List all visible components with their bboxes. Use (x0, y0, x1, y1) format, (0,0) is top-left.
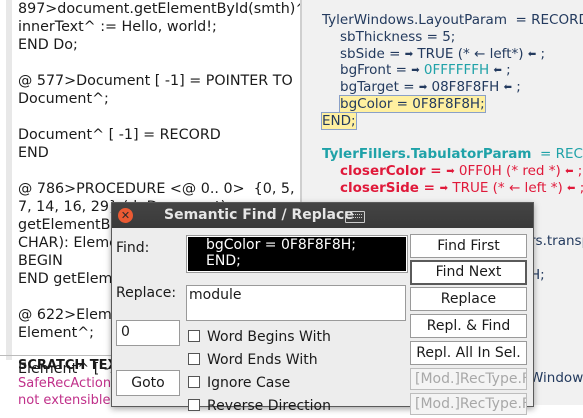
code-line: END; (321, 111, 583, 130)
find-next-button[interactable]: Find Next (410, 260, 527, 285)
fold-arrow-back-icon[interactable]: ⬅ (504, 80, 512, 97)
word-begins-with-option[interactable]: Word Begins With (188, 329, 331, 349)
code-fragment: Windows.la (530, 370, 583, 386)
close-icon: ✕ (120, 209, 131, 222)
code-line: bgFront = ➡ 0FFFFFFH ⬅ ; (340, 62, 511, 80)
replace-button[interactable]: Replace (410, 287, 527, 311)
right-editor-text[interactable]: TylerWindows.LayoutParam = RECORD sbThic… (321, 12, 583, 198)
code-line: bgColor = 0F8F8F8H; (322, 94, 583, 113)
checkbox-icon[interactable] (188, 353, 200, 365)
close-button[interactable]: ✕ (118, 208, 133, 223)
find-selected-text: bgColor = 0F8F8F8H; END; (188, 237, 406, 271)
dialog-titlebar[interactable]: ✕ Semantic Find / Replace (112, 203, 533, 228)
checkbox-icon[interactable] (188, 399, 200, 411)
text-line (18, 162, 300, 180)
ignore-case-option[interactable]: Ignore Case (188, 375, 290, 395)
goto-button[interactable]: Goto (116, 370, 180, 396)
word-ends-with-option[interactable]: Word Ends With (188, 352, 318, 372)
left-gutter (6, 0, 12, 360)
replace-all-in-selection-button[interactable]: Repl. All In Sel. (410, 341, 527, 365)
dialog-title: Semantic Find / Replace (164, 207, 354, 223)
scratch-line[interactable]: not extensible (18, 393, 110, 405)
find-field[interactable]: bgColor = 0F8F8F8H; END; (186, 235, 408, 273)
fold-arrow-back-icon[interactable]: ⬅ (528, 47, 536, 64)
text-line: 897>document.getElementById(smth)^. (18, 1, 300, 17)
fold-arrow-icon[interactable]: ➡ (405, 47, 413, 64)
replace-label: Replace: (116, 285, 177, 301)
fold-arrow-icon[interactable]: ➡ (446, 164, 454, 181)
code-line: bgTarget = ➡ 08F8F8FH ⬅ ; (340, 79, 521, 97)
text-line (18, 108, 300, 126)
text-line: END Do; (18, 37, 78, 53)
find-replace-dialog[interactable]: ✕ Semantic Find / Replace Find: bgColor … (111, 202, 534, 415)
find-line: END; (206, 253, 241, 269)
reverse-direction-option[interactable]: Reverse Direction (188, 398, 331, 418)
line-number-input[interactable]: 0 (116, 320, 180, 346)
fold-arrow-icon[interactable]: ➡ (419, 80, 427, 97)
keyboard-icon (345, 211, 365, 223)
text-line (18, 54, 300, 72)
find-label: Find: (116, 240, 150, 256)
code-line: TylerFillers.TabulatorParam = RECORD (322, 146, 583, 163)
text-line: END (18, 145, 49, 161)
code-line: closerSide = ➡ TRUE (* ← left *) ⬅ ; (340, 179, 583, 198)
fold-arrow-back-icon[interactable]: ⬅ (494, 63, 502, 80)
code-line: sbThickness = 5; (340, 28, 456, 45)
scratch-line[interactable]: SafeRecAction (18, 376, 111, 391)
code-line: TylerWindows.LayoutParam = RECORD (322, 12, 583, 28)
text-line: @ 577>Document [ -1] = POINTER TO (18, 73, 293, 89)
record-type-field-button-2: [Mod.]RecType.Fiel (410, 393, 527, 415)
text-line: Document^ [ -1] = RECORD (18, 127, 221, 143)
fold-arrow-icon[interactable]: ➡ (411, 63, 419, 80)
text-line: innerText^ := Hello, world!; (18, 19, 217, 35)
find-first-button[interactable]: Find First (410, 234, 527, 258)
text-line: Document^; (18, 91, 109, 107)
text-line: @ 786>PROCEDURE <@ 0.. 0> {0, 5, (18, 181, 295, 197)
code-line: closerColor = ➡ 0FF0H (* red *) ⬅ ; (340, 163, 583, 181)
record-type-field-button: [Mod.]RecType.Fiel (410, 368, 527, 390)
find-line: bgColor = 0F8F8F8H; (206, 237, 356, 253)
replace-field[interactable]: module (186, 285, 406, 321)
code-line: sbSide = ➡ TRUE (* ← left*) ⬅ ; (340, 45, 546, 64)
code-fragment: rs.transpa (530, 233, 583, 249)
highlighted-match: bgColor = 0F8F8F8H; (339, 94, 486, 113)
checkbox-icon[interactable] (188, 330, 200, 342)
highlighted-match: END; (321, 111, 357, 130)
checkbox-icon[interactable] (188, 376, 200, 388)
replace-and-find-button[interactable]: Repl. & Find (410, 314, 527, 338)
fold-arrow-icon[interactable]: ➡ (440, 181, 448, 198)
